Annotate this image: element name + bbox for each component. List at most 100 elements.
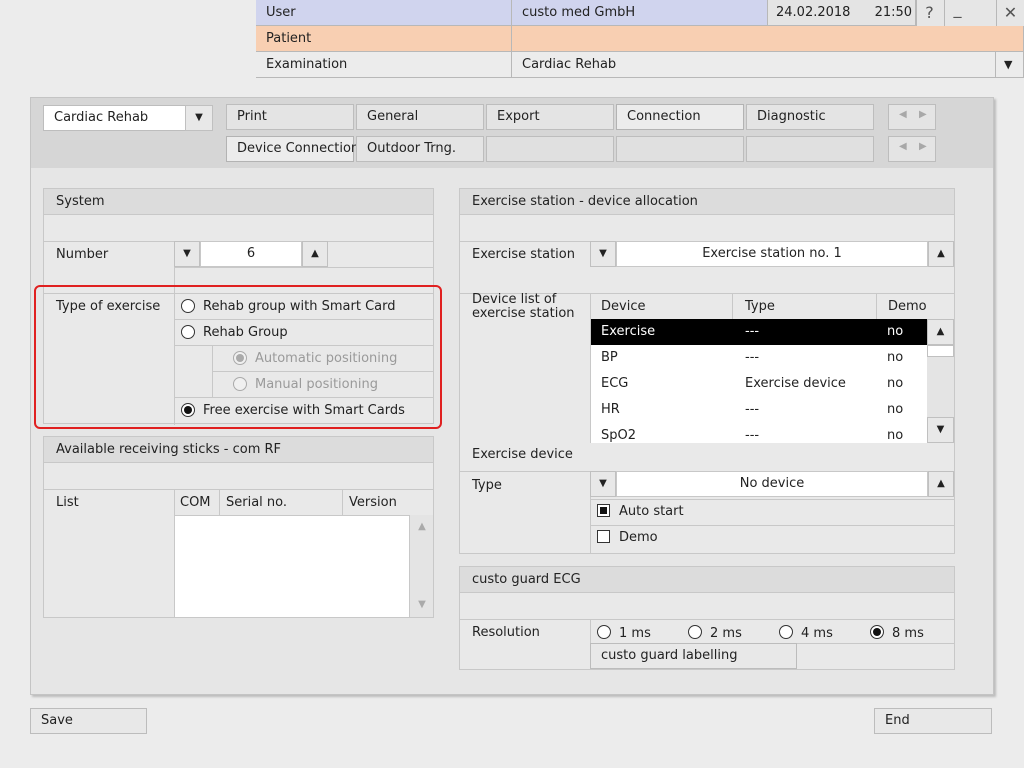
resolution-label: Resolution — [472, 625, 540, 640]
station-field[interactable]: Exercise station no. 1 — [616, 241, 928, 267]
station-increment-button[interactable]: ▲ — [928, 241, 954, 267]
station-decrement-button[interactable]: ▼ — [590, 241, 616, 267]
cell-demo: no — [887, 376, 904, 391]
cell-type: --- — [745, 324, 760, 339]
radio-resolution-2ms[interactable] — [688, 625, 702, 639]
station-label: Exercise station — [472, 247, 575, 262]
tab-device-connection[interactable]: Device Connection — [226, 136, 359, 162]
tab-general[interactable]: General — [356, 104, 484, 130]
cell-type: --- — [745, 428, 760, 443]
table-row[interactable]: Exercise --- no — [591, 319, 927, 345]
system-title: System — [44, 189, 433, 215]
scroll-up-icon[interactable]: ▲ — [927, 319, 954, 345]
resolution-2ms-label: 2 ms — [710, 626, 742, 641]
allocation-section: Exercise station - device allocation Exe… — [459, 188, 955, 554]
toolbar: Cardiac Rehab ▼ Print General Export Con… — [31, 98, 993, 168]
sticks-title: Available receiving sticks - com RF — [44, 437, 433, 463]
help-icon[interactable]: ? — [916, 0, 942, 26]
table-row[interactable]: ECG Exercise device no — [591, 371, 927, 397]
table-row[interactable]: BP --- no — [591, 345, 927, 371]
resolution-8ms-label: 8 ms — [892, 626, 924, 641]
module-select-value: Cardiac Rehab — [54, 110, 149, 125]
col-type: Type — [745, 299, 775, 314]
custo-guard-labelling-button[interactable]: custo guard labelling — [590, 643, 797, 669]
cell-type: Exercise device — [745, 376, 846, 391]
scroll-down-icon[interactable]: ▼ — [927, 417, 954, 443]
tab-export[interactable]: Export — [486, 104, 614, 130]
examination-label: Examination — [256, 52, 512, 78]
main-panel: Cardiac Rehab ▼ Print General Export Con… — [30, 97, 994, 695]
scroll-up-icon[interactable]: ▲ — [410, 515, 434, 539]
device-table: Exercise --- no BP --- no ECG Exercise d… — [591, 319, 927, 443]
number-increment-button[interactable]: ▲ — [302, 241, 328, 267]
sticks-section: Available receiving sticks - com RF List… — [43, 436, 434, 618]
resolution-1ms-label: 1 ms — [619, 626, 651, 641]
sticks-list[interactable] — [175, 515, 409, 617]
divider — [219, 489, 220, 515]
auto-start-label: Auto start — [619, 504, 684, 519]
user-label: User — [256, 0, 512, 26]
tab-diagnostic[interactable]: Diagnostic — [746, 104, 874, 130]
type-field[interactable]: No device — [616, 471, 928, 497]
resolution-4ms-label: 4 ms — [801, 626, 833, 641]
type-decrement-button[interactable]: ▼ — [590, 471, 616, 497]
col-device: Device — [601, 299, 646, 314]
auto-start-checkbox[interactable] — [597, 504, 610, 517]
cell-demo: no — [887, 350, 904, 365]
highlight-box — [34, 285, 442, 429]
chevron-down-icon[interactable]: ▼ — [996, 52, 1024, 78]
table-row[interactable]: HR --- no — [591, 397, 927, 423]
tab-empty — [746, 136, 874, 162]
examination-select[interactable]: Cardiac Rehab — [512, 52, 996, 78]
cell-device: ECG — [601, 376, 629, 391]
demo-checkbox[interactable] — [597, 530, 610, 543]
type-label: Type — [472, 478, 502, 493]
arrow-right-icon[interactable]: ▶ — [919, 109, 927, 120]
table-row[interactable]: SpO2 --- no — [591, 423, 927, 443]
arrow-left-icon[interactable]: ◀ — [899, 109, 907, 120]
device-list-label: Device list of exercise station — [472, 292, 575, 321]
guard-title: custo guard ECG — [460, 567, 954, 593]
number-decrement-button[interactable]: ▼ — [174, 241, 200, 267]
sticks-scrollbar[interactable]: ▲ ▼ — [409, 515, 433, 617]
divider — [590, 525, 954, 526]
tab-outdoor-training[interactable]: Outdoor Trng. — [356, 136, 484, 162]
type-increment-button[interactable]: ▲ — [928, 471, 954, 497]
user-value: custo med GmbH — [512, 0, 768, 26]
cell-type: --- — [745, 402, 760, 417]
tab-connection[interactable]: Connection — [616, 104, 744, 130]
number-field[interactable]: 6 — [200, 241, 302, 267]
close-icon[interactable]: ✕ — [996, 0, 1024, 26]
cell-demo: no — [887, 428, 904, 443]
minimize-icon[interactable]: _ — [944, 0, 970, 26]
cell-device: Exercise — [601, 324, 656, 339]
time-text: 21:50 — [874, 5, 913, 20]
allocation-title: Exercise station - device allocation — [460, 189, 954, 215]
tab-print[interactable]: Print — [226, 104, 354, 130]
radio-resolution-4ms[interactable] — [779, 625, 793, 639]
device-table-scrollbar[interactable]: ▲ ▼ — [927, 319, 954, 443]
scroll-down-icon[interactable]: ▼ — [410, 593, 434, 617]
scroll-thumb[interactable] — [927, 345, 954, 357]
divider — [44, 489, 433, 490]
save-button[interactable]: Save — [30, 708, 147, 734]
cell-demo: no — [887, 324, 904, 339]
col-serial: Serial no. — [226, 495, 288, 510]
end-button[interactable]: End — [874, 708, 992, 734]
col-version: Version — [349, 495, 397, 510]
radio-resolution-1ms[interactable] — [597, 625, 611, 639]
col-com: COM — [180, 495, 211, 510]
col-demo: Demo — [888, 299, 927, 314]
divider — [342, 489, 343, 515]
arrow-right-icon[interactable]: ▶ — [919, 141, 927, 152]
cell-device: BP — [601, 350, 618, 365]
chevron-down-icon[interactable]: ▼ — [185, 105, 213, 131]
radio-resolution-8ms[interactable] — [870, 625, 884, 639]
tab-empty — [616, 136, 744, 162]
number-label: Number — [56, 247, 109, 262]
divider — [174, 267, 434, 268]
date-time: 24.02.2018 21:50 — [768, 0, 916, 26]
patient-value[interactable] — [512, 26, 1024, 52]
header-bar: User custo med GmbH 24.02.2018 21:50 ? _… — [256, 0, 1024, 78]
arrow-left-icon[interactable]: ◀ — [899, 141, 907, 152]
